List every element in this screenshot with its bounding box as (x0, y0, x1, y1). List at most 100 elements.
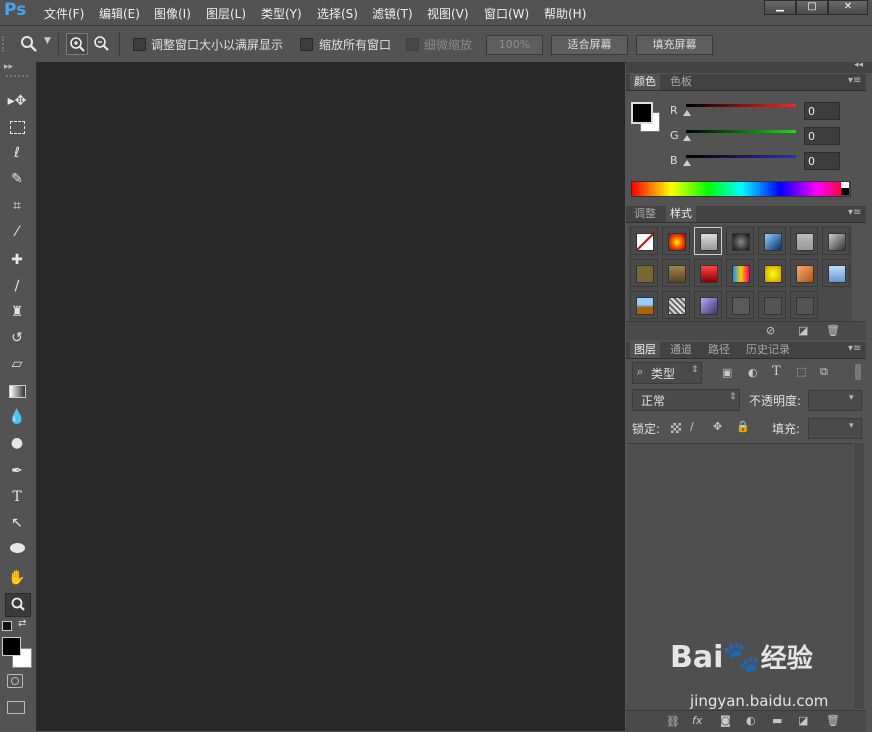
lock-transparent-icon[interactable] (671, 423, 681, 433)
link-layers-icon[interactable]: ⛓ (666, 715, 680, 728)
zoom-tool-button[interactable] (5, 593, 31, 617)
healing-brush-tool-icon[interactable]: ✚ (5, 249, 29, 271)
red-value-field[interactable]: 0 (804, 102, 840, 120)
adjustment-filter-icon[interactable]: ◐ (748, 366, 758, 379)
maximize-button[interactable]: □ (796, 0, 828, 15)
tab-channels[interactable]: 通道 (666, 342, 696, 358)
move-tool-icon[interactable]: ▸✥ (5, 90, 29, 112)
resize-windows-checkbox[interactable] (133, 38, 146, 51)
menu-type[interactable]: 类型(Y) (261, 5, 302, 22)
pen-tool-icon[interactable]: ✒ (5, 460, 29, 482)
red-slider-handle[interactable] (683, 110, 691, 116)
hand-tool-icon[interactable]: ✋ (5, 567, 29, 589)
opacity-field[interactable]: ▾ (808, 390, 862, 411)
collapse-tools-icon[interactable]: ▸▸ (4, 62, 13, 72)
zoom-100-button[interactable]: 100% (486, 35, 543, 55)
black-ramp-swatch[interactable] (841, 188, 849, 195)
fit-screen-button[interactable]: 适合屏幕 (551, 35, 628, 55)
menu-file[interactable]: 文件(F) (44, 5, 84, 22)
zoom-out-button[interactable] (91, 33, 111, 53)
delete-style-icon[interactable]: 🗑 (826, 324, 840, 337)
panel-menu-icon[interactable]: ▾≡ (848, 343, 861, 354)
foreground-color-swatch[interactable] (2, 637, 21, 656)
history-brush-tool-icon[interactable]: ↺ (5, 327, 29, 349)
collapse-panels-icon[interactable]: ◂◂ (854, 60, 863, 70)
style-preset-swatch[interactable] (662, 227, 690, 255)
crop-tool-icon[interactable]: ⌗ (5, 195, 29, 217)
clear-style-icon[interactable]: ⊘ (766, 324, 775, 337)
menu-help[interactable]: 帮助(H) (544, 5, 586, 22)
blend-mode-dropdown[interactable]: 正常 ⇕ (632, 389, 740, 411)
new-layer-icon[interactable]: ◪ (798, 714, 808, 727)
panel-menu-icon[interactable]: ▾≡ (848, 75, 861, 86)
panel-menu-icon[interactable]: ▾≡ (848, 207, 861, 218)
tab-layers[interactable]: 图层 (630, 342, 660, 358)
style-preset-swatch[interactable] (790, 291, 818, 319)
style-preset-swatch[interactable] (662, 291, 690, 319)
lock-all-icon[interactable]: 🔒 (736, 420, 750, 433)
close-button[interactable]: ✕ (828, 0, 868, 15)
tab-styles[interactable]: 样式 (666, 206, 696, 222)
blue-slider-handle[interactable] (683, 160, 691, 166)
zoom-all-checkbox[interactable] (300, 38, 313, 51)
fill-screen-button[interactable]: 填充屏幕 (636, 35, 713, 55)
menu-filter[interactable]: 滤镜(T) (372, 5, 413, 22)
blue-slider[interactable] (686, 155, 796, 158)
brush-tool-icon[interactable]: ∕ (5, 275, 29, 297)
scrubby-zoom-checkbox[interactable] (406, 38, 419, 51)
style-preset-swatch[interactable] (758, 227, 786, 255)
adjustment-layer-icon[interactable]: ◐ (746, 714, 756, 727)
green-slider[interactable] (686, 130, 796, 133)
dodge-tool-icon[interactable]: ● (5, 432, 29, 454)
quick-selection-tool-icon[interactable]: ✎ (5, 168, 29, 190)
tab-history[interactable]: 历史记录 (742, 342, 794, 358)
shape-filter-icon[interactable]: ⬚ (796, 365, 806, 378)
zoom-in-button[interactable] (66, 33, 88, 55)
lock-brush-icon[interactable]: ∕ (690, 420, 694, 433)
filter-toggle-switch[interactable] (855, 364, 861, 380)
swap-colors-icon[interactable]: ⇄ (18, 618, 26, 629)
default-colors-icon[interactable] (2, 621, 12, 631)
green-value-field[interactable]: 0 (804, 127, 840, 145)
style-preset-swatch[interactable] (726, 227, 754, 255)
gradient-tool-icon[interactable] (5, 380, 29, 402)
pixel-filter-icon[interactable]: ▣ (722, 366, 732, 379)
style-preset-swatch[interactable] (726, 259, 754, 287)
path-selection-tool-icon[interactable]: ↖ (5, 512, 29, 534)
green-slider-handle[interactable] (683, 135, 691, 141)
tab-adjustments[interactable]: 调整 (630, 206, 660, 222)
tab-swatches[interactable]: 色板 (666, 74, 696, 90)
menu-view[interactable]: 视图(V) (427, 5, 469, 22)
tools-grip[interactable] (6, 75, 28, 80)
style-preset-swatch[interactable] (694, 291, 722, 319)
style-preset-swatch[interactable] (822, 227, 850, 255)
quick-mask-icon[interactable] (7, 674, 23, 688)
tab-color[interactable]: 颜色 (630, 74, 660, 90)
add-mask-icon[interactable]: ◙ (720, 714, 731, 727)
style-preset-swatch[interactable] (694, 259, 722, 287)
new-group-icon[interactable]: ▬ (772, 714, 782, 727)
color-spectrum-ramp[interactable] (631, 181, 851, 197)
style-preset-swatch[interactable] (758, 291, 786, 319)
marquee-tool-icon[interactable] (5, 116, 29, 138)
menu-layer[interactable]: 图层(L) (206, 5, 246, 22)
type-tool-icon[interactable]: T (5, 486, 29, 508)
menu-edit[interactable]: 编辑(E) (99, 5, 140, 22)
menu-window[interactable]: 窗口(W) (484, 5, 529, 22)
layers-scrollbar[interactable] (854, 443, 864, 709)
zoom-tool-icon[interactable] (20, 35, 38, 53)
style-preset-swatch[interactable] (694, 227, 722, 255)
foreground-color-swatch[interactable] (631, 102, 653, 124)
blur-tool-icon[interactable]: 💧 (5, 406, 29, 428)
delete-layer-icon[interactable]: 🗑 (826, 714, 840, 727)
style-preset-swatch[interactable] (758, 259, 786, 287)
eyedropper-tool-icon[interactable]: ⁄ (5, 221, 29, 243)
smart-object-filter-icon[interactable]: ⧉ (820, 365, 828, 379)
fx-icon[interactable]: fx (692, 714, 702, 727)
red-slider[interactable] (686, 104, 796, 107)
tool-preset-dropdown-icon[interactable]: ▼ (44, 36, 51, 46)
lasso-tool-icon[interactable]: ℓ (5, 142, 29, 164)
new-style-icon[interactable]: ◪ (798, 324, 808, 337)
style-preset-swatch[interactable] (822, 259, 850, 287)
fill-field[interactable]: ▾ (808, 418, 862, 439)
